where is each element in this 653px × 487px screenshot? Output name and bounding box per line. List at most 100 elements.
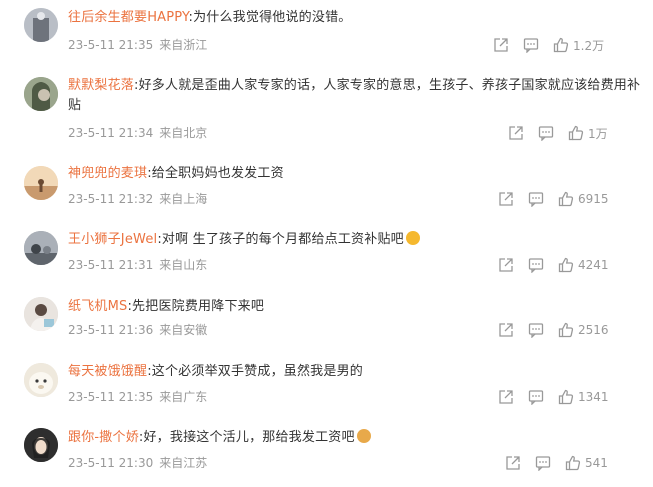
comment-actions: 4241 [498, 256, 653, 274]
like-count: 6915 [578, 192, 609, 206]
like-count: 1万 [588, 126, 608, 141]
comment-username[interactable]: 默默梨花落 [68, 78, 134, 93]
comment-username[interactable]: 往后余生都要HAPPY [68, 10, 188, 25]
comment-location: 来自北京 [159, 126, 208, 140]
comment-body: 王小狮子JeWel:对啊 生了孩子的每个月都给点工资补贴吧 [68, 230, 646, 250]
share-icon [499, 258, 513, 272]
share-button[interactable] [493, 36, 509, 54]
share-button[interactable] [498, 321, 514, 339]
like-button[interactable]: 541 [565, 454, 608, 472]
comment-body: 神兜兜的麦琪:给全职妈妈也发发工资 [68, 164, 646, 184]
comment-text: :给全职妈妈也发发工资 [147, 166, 284, 181]
comment-icon [528, 192, 544, 207]
share-icon [509, 126, 523, 140]
avatar[interactable] [24, 77, 58, 111]
comment-icon [528, 258, 544, 273]
comment-button[interactable] [528, 321, 544, 339]
comment-actions: 6915 [498, 190, 653, 208]
comment-meta: 23-5-11 21:31 来自山东 [68, 257, 207, 273]
comment-actions: 1341 [498, 388, 653, 406]
avatar[interactable] [24, 8, 58, 42]
avatar[interactable] [24, 297, 58, 331]
share-button[interactable] [498, 256, 514, 274]
share-icon [499, 390, 513, 404]
comment-button[interactable] [528, 388, 544, 406]
like-count: 1341 [578, 390, 609, 404]
comment-time: 23-5-11 21:36 [68, 323, 154, 337]
comment-icon [538, 126, 554, 141]
comment-text: :好，我接这个活儿，那给我发工资吧 [138, 430, 355, 445]
comment-text: :对啊 生了孩子的每个月都给点工资补贴吧 [157, 232, 404, 247]
comment-username[interactable]: 王小狮子JeWel [68, 232, 157, 247]
comment-body: 往后余生都要HAPPY:为什么我觉得他说的没错。 [68, 8, 646, 28]
comment-location: 来自广东 [159, 390, 208, 404]
comment-time: 23-5-11 21:34 [68, 126, 154, 140]
comment-body: 跟你-撒个娇:好，我接这个活儿，那给我发工资吧 [68, 428, 646, 448]
comment-icon [528, 390, 544, 405]
comment-actions: 1万 [508, 124, 653, 142]
like-icon [558, 322, 574, 338]
like-button[interactable]: 1341 [558, 388, 609, 406]
comment-time: 23-5-11 21:31 [68, 258, 154, 272]
like-icon [553, 37, 569, 53]
like-count: 541 [585, 456, 608, 470]
doge-emoji-icon [356, 429, 371, 443]
comment-username[interactable]: 每天被饿饿醒 [68, 364, 147, 379]
like-icon [565, 455, 581, 471]
comment-text: :这个必须举双手赞成，虽然我是男的 [147, 364, 363, 379]
like-count: 4241 [578, 258, 609, 272]
comment-time: 23-5-11 21:32 [68, 192, 154, 206]
comment-username[interactable]: 神兜兜的麦琪 [68, 166, 147, 181]
comment-username[interactable]: 纸飞机MS [68, 299, 127, 314]
share-button[interactable] [505, 454, 521, 472]
comment-meta: 23-5-11 21:34 来自北京 [68, 125, 207, 141]
comment-button[interactable] [535, 454, 551, 472]
comment-meta: 23-5-11 21:32 来自上海 [68, 191, 207, 207]
comment-body: 纸飞机MS:先把医院费用降下来吧 [68, 297, 646, 317]
comment-text: :好多人就是歪曲人家专家的话，人家专家的意思，生孩子、养孩子国家就应该给费用补贴 [68, 78, 641, 113]
like-icon [558, 389, 574, 405]
comment-actions: 2516 [498, 321, 653, 339]
comment-icon [528, 323, 544, 338]
comment-text: :先把医院费用降下来吧 [127, 299, 265, 314]
comment-body: 每天被饿饿醒:这个必须举双手赞成，虽然我是男的 [68, 362, 646, 382]
comment-button[interactable] [523, 36, 539, 54]
like-icon [558, 191, 574, 207]
like-button[interactable]: 2516 [558, 321, 609, 339]
comment-time: 23-5-11 21:30 [68, 456, 154, 470]
share-icon [494, 38, 508, 52]
comment-time: 23-5-11 21:35 [68, 390, 154, 404]
comment-meta: 23-5-11 21:36 来自安徽 [68, 322, 207, 338]
like-count: 1.2万 [573, 38, 605, 53]
comment-icon [535, 456, 551, 471]
avatar[interactable] [24, 166, 58, 200]
comment-location: 来自上海 [159, 192, 208, 206]
comment-actions: 1.2万 [493, 36, 653, 54]
comment-body: 默默梨花落:好多人就是歪曲人家专家的话，人家专家的意思，生孩子、养孩子国家就应该… [68, 76, 646, 116]
avatar[interactable] [24, 363, 58, 397]
share-icon [506, 456, 520, 470]
like-button[interactable]: 6915 [558, 190, 609, 208]
like-count: 2516 [578, 323, 609, 337]
like-icon [558, 257, 574, 273]
comment-location: 来自浙江 [159, 38, 208, 52]
like-button[interactable]: 4241 [558, 256, 609, 274]
comment-button[interactable] [528, 256, 544, 274]
avatar[interactable] [24, 428, 58, 462]
comment-icon [523, 38, 539, 53]
crying-emoji-icon [405, 231, 420, 245]
comment-actions: 541 [505, 454, 653, 472]
share-button[interactable] [508, 124, 524, 142]
share-button[interactable] [498, 388, 514, 406]
comment-button[interactable] [528, 190, 544, 208]
avatar[interactable] [24, 231, 58, 265]
comment-meta: 23-5-11 21:35 来自广东 [68, 389, 207, 405]
share-button[interactable] [498, 190, 514, 208]
like-button[interactable]: 1万 [568, 124, 608, 142]
comment-location: 来自安徽 [159, 323, 208, 337]
like-button[interactable]: 1.2万 [553, 36, 604, 54]
comment-button[interactable] [538, 124, 554, 142]
like-icon [568, 125, 584, 141]
comment-meta: 23-5-11 21:35 来自浙江 [68, 37, 207, 53]
comment-username[interactable]: 跟你-撒个娇 [68, 430, 139, 445]
